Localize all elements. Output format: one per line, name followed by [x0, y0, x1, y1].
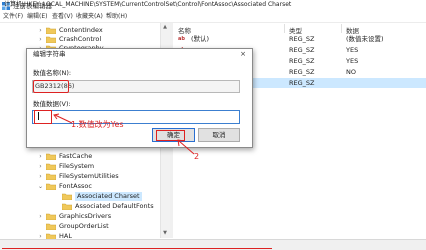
folder-icon	[46, 27, 56, 34]
string-value-icon: ab	[178, 36, 185, 42]
dialog-title: 编辑字符串	[33, 50, 66, 58]
cancel-button[interactable]: 取消	[198, 128, 240, 142]
tree-item-label: FileSystem	[59, 162, 95, 170]
folder-icon	[46, 153, 56, 160]
menu-file[interactable]: 文件(F)	[3, 12, 23, 22]
folder-icon	[46, 163, 56, 170]
folder-icon	[62, 203, 72, 210]
menu-bar: 文件(F) 编辑(E) 查看(V) 收藏夹(A) 帮助(H)	[0, 12, 426, 23]
value-data-cell: (数值未设置)	[346, 35, 384, 43]
chevron-right-icon[interactable]: ›	[37, 172, 44, 181]
value-type-cell: REG_SZ	[289, 79, 315, 87]
menu-favorites[interactable]: 收藏夹(A)	[76, 12, 103, 22]
value-data-label: 数值数据(V):	[33, 100, 71, 108]
chevron-right-icon[interactable]: ›	[37, 26, 44, 35]
status-path: 计算机\HKEY_LOCAL_MACHINE\SYSTEM\CurrentCon…	[4, 1, 292, 8]
value-data-cell: YES	[346, 57, 359, 65]
annotation-arrow-icon	[177, 139, 195, 155]
tree-item-label: Associated DefaultFonts	[75, 202, 154, 210]
menu-view[interactable]: 查看(V)	[52, 12, 73, 22]
value-type-cell: REG_SZ	[289, 68, 315, 76]
value-type-cell: REG_SZ	[289, 35, 315, 43]
chevron-right-icon[interactable]: ›	[37, 35, 44, 44]
value-data-highlight	[34, 110, 52, 124]
folder-icon	[46, 183, 56, 190]
value-data-cell: NO	[346, 68, 356, 76]
tree-item-label: Associated Charset	[75, 192, 142, 201]
chevron-right-icon[interactable]: ›	[37, 212, 44, 221]
folder-icon	[46, 213, 56, 220]
folder-icon	[46, 173, 56, 180]
folder-icon	[46, 223, 56, 230]
tree-item-label: GroupOrderList	[59, 222, 109, 230]
column-divider[interactable]	[341, 24, 342, 33]
scroll-down-arrow-icon[interactable]: ▼	[160, 229, 170, 237]
annotation-step-2: 2	[194, 152, 200, 161]
chevron-right-icon[interactable]: ›	[37, 152, 44, 161]
tree-item-label: FontAssoc	[59, 182, 92, 190]
scroll-up-arrow-icon[interactable]: ▲	[160, 23, 170, 31]
close-icon[interactable]: ×	[237, 49, 249, 59]
value-name-cell: (默认)	[191, 35, 210, 43]
tree-item-label: FileSystemUtilities	[59, 172, 119, 180]
value-name-highlight	[33, 80, 69, 93]
chevron-down-icon[interactable]: ⌄	[37, 182, 44, 191]
chevron-right-icon[interactable]: ›	[37, 162, 44, 171]
value-data-cell: YES	[346, 46, 359, 54]
value-type-cell: REG_SZ	[289, 46, 315, 54]
annotation-step-1: 1.数值改为Yes	[71, 120, 124, 129]
tree-item-label: GraphicsDrivers	[59, 212, 112, 220]
menu-help[interactable]: 帮助(H)	[106, 12, 127, 22]
value-type-cell: REG_SZ	[289, 57, 315, 65]
menu-edit[interactable]: 编辑(E)	[27, 12, 47, 22]
tree-item-label: FastCache	[59, 152, 93, 160]
tree-item-label: CrashControl	[59, 35, 102, 43]
column-divider[interactable]	[284, 24, 285, 33]
folder-icon	[46, 36, 56, 43]
value-name-label: 数值名称(N):	[33, 69, 72, 77]
folder-icon	[62, 193, 72, 200]
tree-item-label: ContentIndex	[59, 26, 103, 34]
value-row[interactable]: ab (默认) REG_SZ (数值未设置)	[173, 34, 426, 44]
